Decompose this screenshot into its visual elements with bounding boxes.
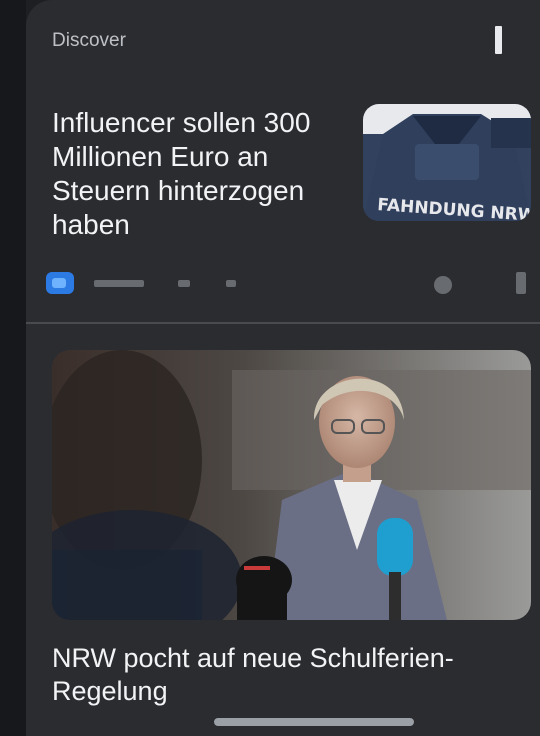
discover-header: Discover [52,30,126,51]
story-menu-icon[interactable] [516,272,526,294]
source-logo-icon [46,272,74,294]
source-meta [178,280,190,287]
source-name [94,280,144,287]
story-hero-image[interactable] [52,350,531,620]
discover-card: Discover Influencer sollen 300 Millionen… [26,0,540,736]
like-icon[interactable] [434,276,452,294]
story-thumbnail[interactable]: FAHNDUNG NRW [363,104,531,221]
story-divider [26,322,540,324]
source-time [226,280,236,287]
press-photo [52,350,531,620]
police-vest-image: FAHNDUNG NRW [363,104,531,221]
home-indicator[interactable] [214,718,414,726]
story-source-row [46,268,526,298]
more-options-icon[interactable] [495,26,502,54]
story-title[interactable]: NRW pocht auf neue Schulferien-Regelung [52,642,522,708]
screen-edge [0,0,26,736]
story-title[interactable]: Influencer sollen 300 Millionen Euro an … [52,106,342,242]
